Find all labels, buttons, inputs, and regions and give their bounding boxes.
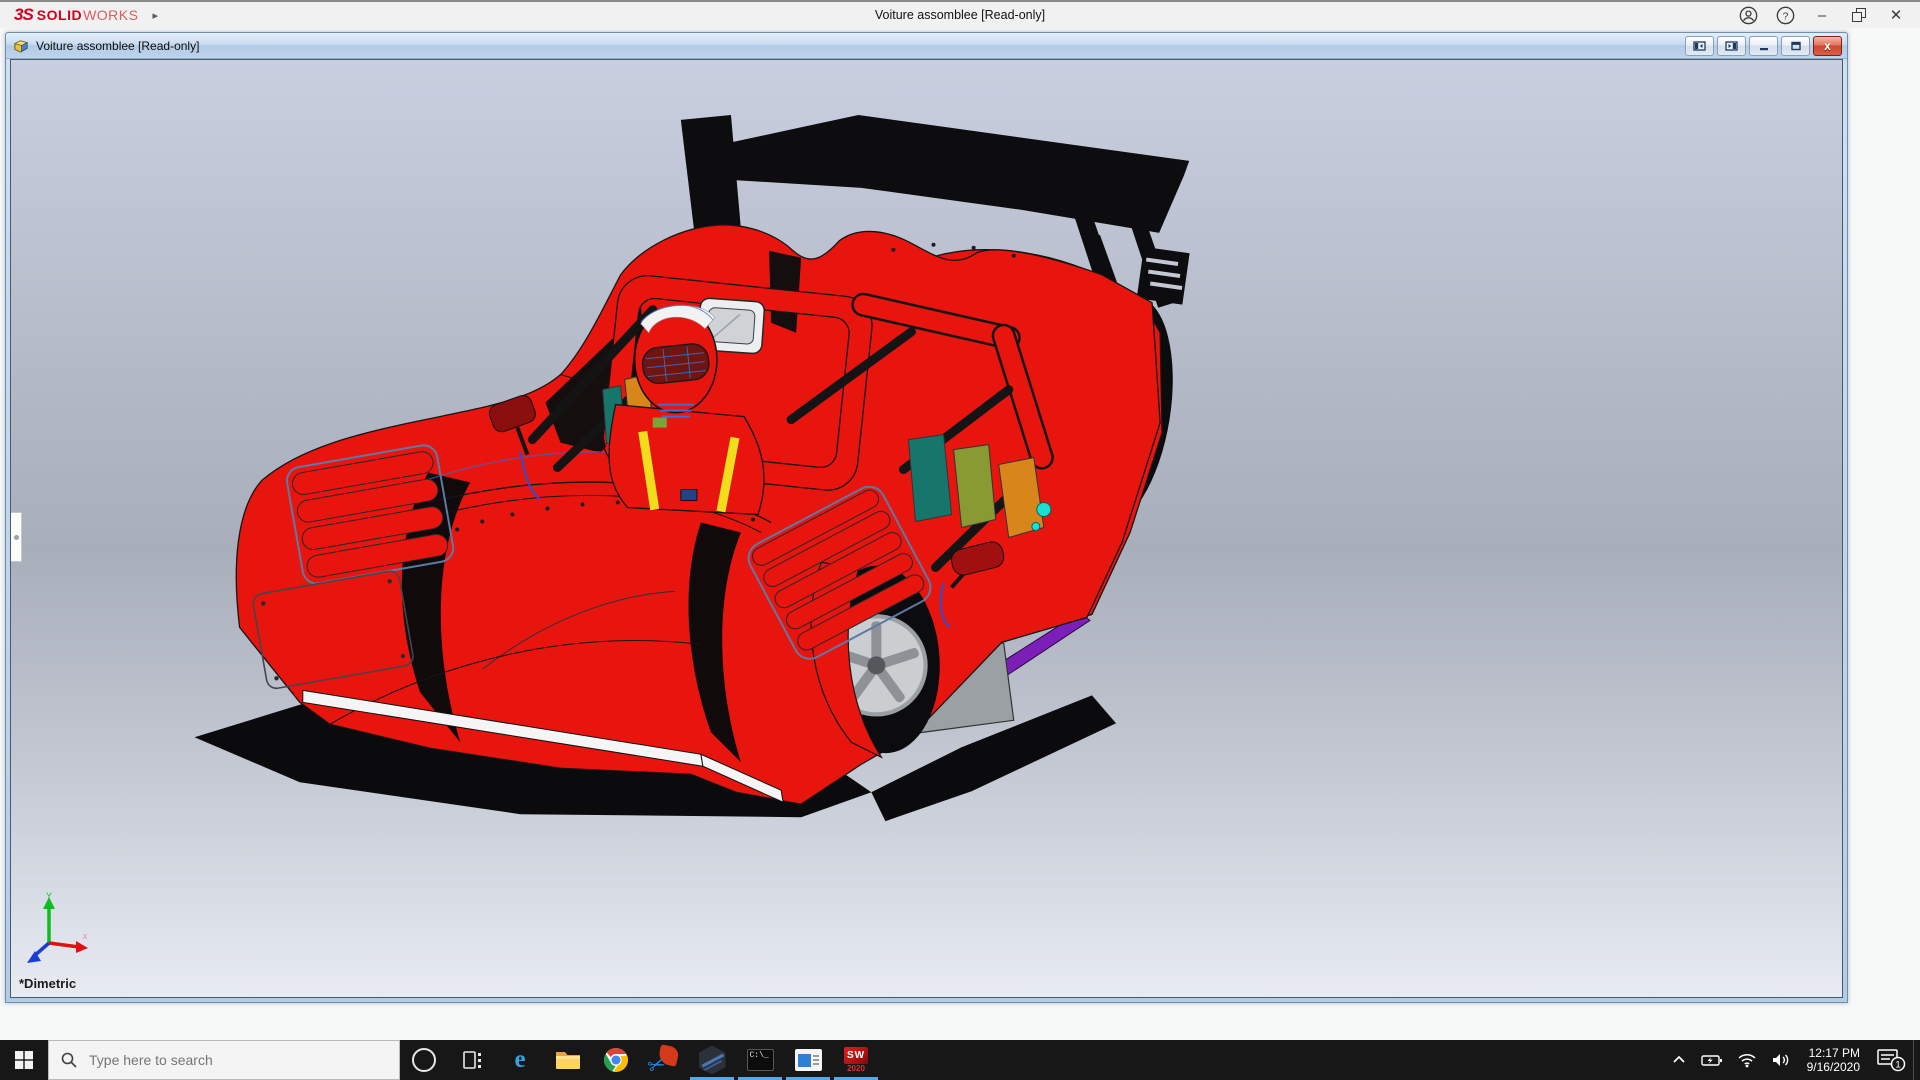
clock-time: 12:17 PM (1809, 1046, 1860, 1060)
start-button[interactable] (0, 1040, 48, 1080)
app-title: Voiture assomblee [Read-only] (0, 2, 1920, 28)
restore-icon (1854, 10, 1864, 20)
windows-logo-icon (15, 1051, 33, 1069)
taskbar-search[interactable] (48, 1040, 400, 1080)
graphics-area[interactable]: Y x *Dimetric (10, 59, 1843, 998)
account-icon (1739, 6, 1758, 25)
svg-text:x: x (83, 931, 88, 941)
capture-app-button[interactable]: ✂ (640, 1040, 688, 1080)
assembly-icon (13, 38, 30, 54)
panel-splitter-tab[interactable] (11, 512, 22, 562)
document-title: Voiture assomblee [Read-only] (36, 39, 199, 53)
help-button[interactable]: ? (1771, 3, 1799, 27)
restore-button[interactable] (1845, 3, 1873, 27)
app-titlebar[interactable]: 3S SOLID WORKS ▸ Voiture assomblee [Read… (0, 0, 1920, 28)
show-desktop-button[interactable] (1913, 1040, 1920, 1080)
doc-restore-icon (1790, 41, 1802, 51)
help-icon: ? (1776, 6, 1795, 25)
task-view-button[interactable] (448, 1040, 496, 1080)
tray-overflow-button[interactable] (1664, 1040, 1694, 1080)
taskbar-clock[interactable]: 12:17 PM 9/16/2020 (1798, 1040, 1869, 1080)
chrome-icon (603, 1047, 629, 1073)
split-right-icon (1725, 41, 1738, 51)
solidworks-app-button[interactable]: SW 2020 (832, 1040, 880, 1080)
battery-status[interactable] (1694, 1040, 1730, 1080)
file-explorer-icon (555, 1049, 581, 1071)
cortana-button[interactable] (400, 1040, 448, 1080)
chrome-button[interactable] (592, 1040, 640, 1080)
doc-close-button[interactable]: x (1813, 36, 1842, 56)
hexagon-app-icon (699, 1046, 726, 1075)
svg-text:1: 1 (1895, 1060, 1900, 1071)
edge-icon: e (514, 1046, 525, 1074)
wifi-icon (1737, 1052, 1757, 1068)
battery-charging-icon (1701, 1052, 1723, 1068)
view-orientation-label: *Dimetric (19, 976, 76, 991)
account-button[interactable] (1734, 3, 1762, 27)
action-center-icon: 1 (1876, 1047, 1906, 1073)
volume-status[interactable] (1764, 1040, 1798, 1080)
edge-button[interactable]: e (496, 1040, 544, 1080)
blue-window-app-button[interactable] (784, 1040, 832, 1080)
doc-minimize-button[interactable] (1749, 36, 1778, 56)
search-icon (61, 1052, 77, 1068)
taskbar: e ✂ C:\_ SW 2020 (0, 1040, 1920, 1080)
wifi-status[interactable] (1730, 1040, 1764, 1080)
clock-date: 9/16/2020 (1807, 1060, 1860, 1074)
split-pane-right-button[interactable] (1717, 36, 1746, 56)
file-explorer-button[interactable] (544, 1040, 592, 1080)
svg-text:?: ? (1782, 11, 1788, 22)
task-view-icon (460, 1048, 484, 1072)
cortana-icon (412, 1048, 436, 1072)
splitter-grip-icon (14, 535, 19, 540)
doc-minimize-icon (1758, 41, 1770, 51)
close-button[interactable]: ✕ (1882, 3, 1910, 27)
document-titlebar[interactable]: Voiture assomblee [Read-only] (6, 33, 1847, 59)
command-prompt-button[interactable]: C:\_ (736, 1040, 784, 1080)
orientation-triad: Y x (25, 891, 95, 971)
system-tray: 12:17 PM 9/16/2020 1 (1664, 1040, 1920, 1080)
speaker-icon (1771, 1052, 1791, 1068)
capture-app-icon: ✂ (650, 1046, 678, 1074)
minimize-button[interactable]: – (1808, 3, 1836, 27)
command-prompt-icon: C:\_ (747, 1049, 774, 1071)
action-center-button[interactable]: 1 (1869, 1040, 1913, 1080)
document-window: Voiture assomblee [Read-only] (5, 32, 1848, 1003)
chevron-up-icon (1671, 1052, 1687, 1068)
3d-model-render[interactable] (11, 60, 1842, 997)
blue-window-app-icon (795, 1049, 822, 1071)
doc-restore-button[interactable] (1781, 36, 1810, 56)
split-pane-left-button[interactable] (1685, 36, 1714, 56)
hexagon-app-button[interactable] (688, 1040, 736, 1080)
svg-text:Y: Y (46, 891, 52, 901)
solidworks-app-icon: SW 2020 (844, 1047, 868, 1073)
split-left-icon (1693, 41, 1706, 51)
search-input[interactable] (87, 1051, 351, 1069)
